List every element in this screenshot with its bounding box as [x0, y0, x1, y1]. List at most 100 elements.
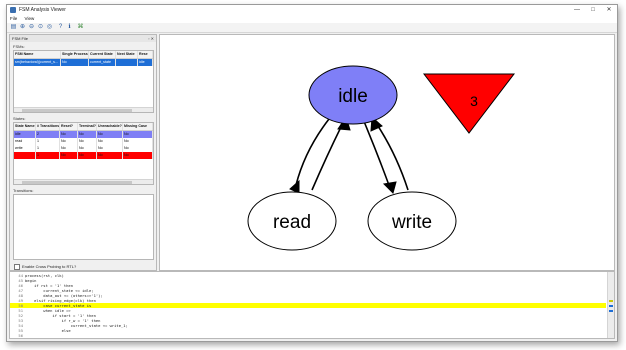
- states-table[interactable]: State Name # Transitions Reset? Terminal…: [13, 122, 154, 185]
- table-cell: sm(behavioral)(current_s...: [14, 59, 61, 66]
- edge-idle-write[interactable]: [362, 118, 397, 194]
- table-cell: No: [123, 152, 153, 159]
- edge-idle-read[interactable]: [289, 118, 330, 194]
- cross-probing-label: Enable Cross Probing to RTL?: [22, 264, 77, 270]
- transitions-table[interactable]: [13, 194, 154, 260]
- help-icon[interactable]: ?: [57, 24, 64, 31]
- table-cell: No: [123, 131, 153, 138]
- states-label: States:: [13, 116, 26, 121]
- table-cell: 1: [36, 152, 60, 159]
- transitions-label: Transitions:: [13, 188, 34, 193]
- zoom-in-icon[interactable]: ⊕: [19, 24, 26, 31]
- zoom-out-icon[interactable]: ⊖: [28, 24, 35, 31]
- fsm-col-current[interactable]: Current State: [89, 51, 116, 58]
- app-icon: [10, 7, 16, 13]
- table-cell: read: [14, 138, 36, 145]
- fsms-label: FSMs:: [13, 44, 25, 49]
- table-row[interactable]: write 1 No No No No: [14, 145, 153, 152]
- table-cell: No: [123, 138, 153, 145]
- states-table-scrollbar[interactable]: [14, 179, 153, 184]
- scroll-marker: [609, 300, 613, 302]
- unreachable-warning-node[interactable]: 3: [422, 73, 516, 134]
- table-cell: 1: [36, 145, 60, 152]
- table-cell: No: [60, 145, 78, 152]
- cross-probing-checkbox[interactable]: Enable Cross Probing to RTL?: [14, 264, 76, 270]
- table-cell: write: [14, 145, 36, 152]
- dock-close-icon[interactable]: ▫ ✕: [148, 35, 154, 42]
- table-cell: [14, 152, 36, 159]
- menu-bar: File View: [7, 15, 617, 23]
- scroll-marker: [609, 310, 613, 312]
- code-editor[interactable]: 44 process(rst, clk) 45 begin 46 if rst = '1…: [9, 271, 615, 339]
- table-cell: No: [123, 145, 153, 152]
- menu-view[interactable]: View: [25, 16, 35, 21]
- fsm-col-next[interactable]: Next State: [116, 51, 138, 58]
- zoom-fit-icon[interactable]: ⊙: [37, 24, 44, 31]
- table-cell: idle: [14, 131, 36, 138]
- fsm-col-name[interactable]: FSM Name: [14, 51, 61, 58]
- state-node-read[interactable]: read: [247, 191, 337, 251]
- table-cell: 1: [36, 138, 60, 145]
- table-cell: No: [97, 131, 123, 138]
- table-cell: No: [97, 145, 123, 152]
- table-cell: No: [61, 59, 89, 66]
- dock-title-bar: FSM File ▫ ✕: [10, 35, 156, 42]
- table-cell: current_state: [89, 59, 116, 66]
- table-cell: No: [78, 131, 97, 138]
- node-label-read: read: [273, 212, 311, 233]
- fsm-graph: idle read write 3: [247, 65, 516, 251]
- table-cell: [116, 59, 138, 66]
- states-table-header: State Name # Transitions Reset? Terminal…: [14, 123, 153, 131]
- fsm-graph-view[interactable]: idle read write 3: [159, 34, 615, 271]
- window-title: FSM Analysis Viewer: [19, 7, 66, 13]
- node-label-idle: idle: [338, 86, 368, 107]
- fsm-table[interactable]: FSM Name Single Process? Current State N…: [13, 50, 154, 113]
- fsm-file-dock: FSM File ▫ ✕ FSMs: FSM Name Single Proce…: [9, 34, 157, 271]
- minimize-button[interactable]: —: [569, 5, 585, 15]
- open-icon[interactable]: ▤: [10, 24, 17, 31]
- state-node-idle[interactable]: idle: [308, 65, 398, 125]
- dock-title: FSM File: [12, 36, 28, 41]
- table-cell: No: [97, 152, 123, 159]
- state-col-reset[interactable]: Reset?: [60, 123, 78, 130]
- state-col-transitions[interactable]: # Transitions: [36, 123, 60, 130]
- fsm-col-reset[interactable]: Rese: [138, 51, 153, 58]
- close-button[interactable]: ✕: [601, 5, 617, 15]
- code-line[interactable]: 56: [10, 333, 606, 338]
- state-col-terminal[interactable]: Terminal?: [78, 123, 97, 130]
- state-col-unreachable[interactable]: Unreachable?: [97, 123, 123, 130]
- table-cell: No: [78, 152, 97, 159]
- info-icon[interactable]: ℹ: [66, 24, 73, 31]
- code-scrollbar[interactable]: [607, 272, 614, 338]
- table-row[interactable]: idle 2 No No No No: [14, 131, 153, 138]
- edge-read-idle[interactable]: [311, 115, 351, 191]
- graph-icon[interactable]: ⌘: [77, 24, 84, 31]
- toolbar: ▤ ⊕ ⊖ ⊙ ◎ ? ℹ ⌘: [7, 23, 617, 33]
- warning-count-label: 3: [470, 93, 478, 109]
- fsm-col-single[interactable]: Single Process?: [61, 51, 89, 58]
- table-cell: No: [60, 152, 78, 159]
- table-cell: No: [78, 138, 97, 145]
- title-bar: FSM Analysis Viewer — □ ✕: [7, 5, 617, 15]
- table-row[interactable]: read 1 No No No No: [14, 138, 153, 145]
- fsm-table-header: FSM Name Single Process? Current State N…: [14, 51, 153, 59]
- table-row[interactable]: sm(behavioral)(current_s... No current_s…: [14, 59, 153, 66]
- fsm-table-scrollbar[interactable]: [14, 107, 153, 112]
- table-cell: No: [60, 138, 78, 145]
- line-number: 56: [18, 333, 23, 338]
- maximize-button[interactable]: □: [585, 5, 601, 15]
- checkbox-box[interactable]: [14, 264, 20, 270]
- menu-file[interactable]: File: [10, 16, 17, 21]
- table-cell: idle: [138, 59, 153, 66]
- state-node-write[interactable]: write: [367, 191, 457, 251]
- node-label-write: write: [391, 212, 432, 233]
- main-window: FSM Analysis Viewer — □ ✕ File View ▤ ⊕ …: [6, 4, 618, 342]
- state-col-missing[interactable]: Missing Case: [123, 123, 153, 130]
- zoom-reset-icon[interactable]: ◎: [46, 24, 53, 31]
- table-cell: No: [97, 138, 123, 145]
- scroll-marker: [609, 305, 613, 307]
- table-row[interactable]: 1 No No No No: [14, 152, 153, 159]
- table-cell: No: [60, 131, 78, 138]
- table-cell: 2: [36, 131, 60, 138]
- state-col-name[interactable]: State Name: [14, 123, 36, 130]
